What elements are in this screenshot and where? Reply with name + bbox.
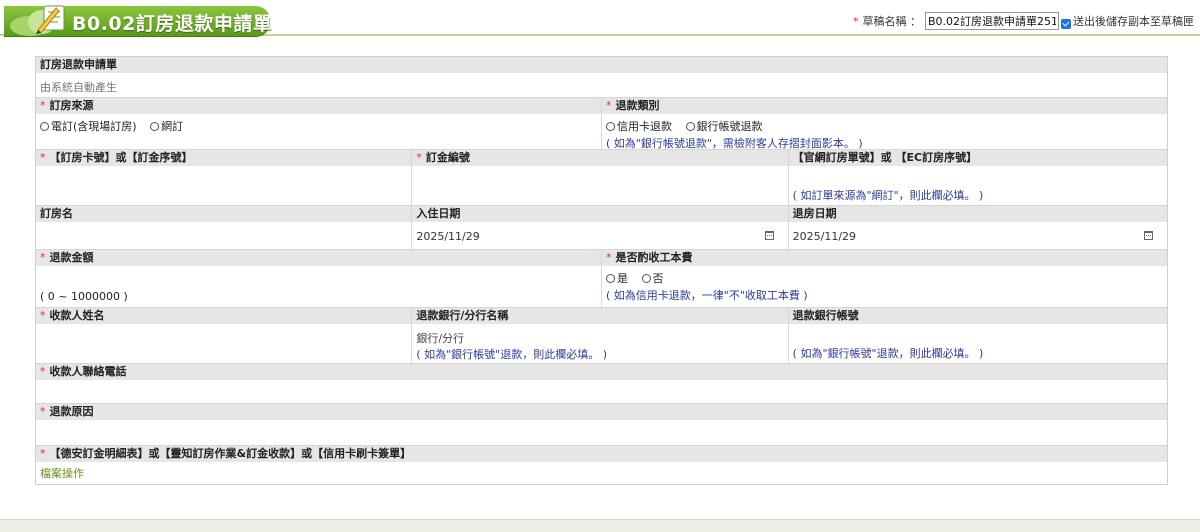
auto-generated-text: 由系統自動產生 (36, 73, 1167, 98)
source-label: 訂房來源 (49, 99, 94, 112)
bank-placeholder: 銀行/分行 (416, 332, 465, 345)
draft-area: * 草稿名稱 ： 送出後儲存副本至草稿匣 (853, 12, 1194, 30)
page-header: B0.02訂房退款申請單 * 草稿名稱 ： 送出後儲存副本至草稿匣 (0, 0, 1200, 40)
reason-label: 退款原因 (49, 405, 94, 418)
account-input[interactable]: ( 如為"銀行帳號"退款，則此欄必填。 ) (788, 324, 1167, 364)
required-marker: * (853, 14, 859, 28)
web-no-label: 【官網訂房單號】或 【EC訂房序號】 (788, 150, 1167, 166)
bank-input[interactable]: 銀行/分行 ( 如為"銀行帳號"退款，則此欄必填。 ) (412, 324, 788, 364)
account-hint: ( 如為"銀行帳號"退款，則此欄必填。 ) (792, 347, 984, 360)
checkin-date-value: 2025/11/29 (416, 230, 480, 243)
calendar-icon[interactable] (764, 231, 774, 240)
required-marker: * (40, 151, 46, 164)
card-no-input[interactable] (36, 166, 412, 206)
draft-name-label: 草稿名稱 ： (862, 15, 922, 28)
save-copy-label: 送出後儲存副本至草稿匣 (1073, 15, 1194, 28)
bank-label: 退款銀行/分行名稱 (412, 308, 788, 324)
amount-label: 退款金額 (49, 251, 94, 264)
web-no-input[interactable]: ( 如訂單來源為"網訂"，則此欄必填。 ) (788, 166, 1167, 206)
calendar-icon[interactable] (1143, 231, 1153, 240)
draft-name-input[interactable] (925, 12, 1059, 30)
deposit-no-input[interactable] (412, 166, 788, 206)
phone-label: 收款人聯絡電話 (49, 365, 127, 378)
refund-type-field: 信用卡退款 銀行帳號退款 ( 如為"銀行帳號退款"，需檢附客人存摺封面影本。 ) (602, 114, 1167, 150)
form-heading: 訂房退款申請單 (36, 57, 1167, 73)
radio-icon (40, 122, 49, 131)
form-logo-icon (10, 5, 65, 36)
attachment-field: 檔案操作 (36, 462, 1167, 484)
phone-input[interactable] (36, 380, 1167, 404)
page-title: B0.02訂房退款申請單 (72, 13, 273, 35)
fee-option-yes[interactable]: 是 (606, 272, 628, 285)
card-no-label: 【訂房卡號】或【訂金序號】 (49, 151, 193, 164)
checkin-label: 入住日期 (412, 206, 788, 222)
radio-icon (641, 274, 651, 283)
source-option-phone[interactable]: 電訂(含現場訂房) (40, 120, 137, 133)
reason-input[interactable] (36, 420, 1167, 446)
payee-input[interactable] (36, 324, 412, 364)
bank-hint: ( 如為"銀行帳號"退款，則此欄必填。 ) (416, 348, 608, 361)
amount-range: ( 0 ~ 1000000 ) (40, 290, 128, 303)
web-no-hint: ( 如訂單來源為"網訂"，則此欄必填。 ) (792, 189, 984, 202)
footer-bar (0, 519, 1200, 532)
refund-form: 訂房退款申請單 由系統自動產生 * 訂房來源 電訂(含現場訂房) 網訂 * 退款類別… (35, 56, 1168, 485)
source-field: 電訂(含現場訂房) 網訂 (36, 114, 601, 150)
refund-type-card[interactable]: 信用卡退款 (606, 120, 672, 133)
required-marker: * (606, 251, 612, 264)
radio-icon (685, 122, 695, 131)
required-marker: * (40, 251, 46, 264)
required-marker: * (40, 447, 46, 460)
save-copy-checkbox[interactable] (1061, 19, 1071, 29)
checkout-date-input[interactable]: 2025/11/29 (788, 222, 1167, 250)
fee-field: 是 否 ( 如為信用卡退款，一律"不"收取工本費 ) (602, 266, 1167, 308)
deposit-no-label: 訂金編號 (425, 151, 470, 164)
checkin-date-input[interactable]: 2025/11/29 (412, 222, 788, 250)
file-operation-link[interactable]: 檔案操作 (40, 467, 84, 480)
account-label: 退款銀行帳號 (788, 308, 1167, 324)
checkout-date-value: 2025/11/29 (792, 230, 857, 243)
guest-name-input[interactable] (36, 222, 412, 250)
checkout-label: 退房日期 (788, 206, 1167, 222)
refund-type-label: 退款類別 (615, 99, 660, 112)
required-marker: * (40, 309, 46, 322)
required-marker: * (40, 365, 46, 378)
amount-input[interactable]: ( 0 ~ 1000000 ) (36, 266, 601, 308)
required-marker: * (416, 151, 422, 164)
source-option-web[interactable]: 網訂 (150, 120, 183, 133)
radio-icon (606, 122, 615, 131)
fee-hint: ( 如為信用卡退款，一律"不"收取工本費 ) (606, 289, 808, 302)
radio-icon (150, 122, 160, 131)
fee-label: 是否酌收工本費 (615, 251, 693, 264)
fee-option-no[interactable]: 否 (641, 272, 664, 285)
payee-label: 收款人姓名 (49, 309, 105, 322)
required-marker: * (40, 99, 46, 112)
guest-name-label: 訂房名 (36, 206, 412, 222)
refund-type-bank[interactable]: 銀行帳號退款 (685, 120, 763, 133)
attachment-label: 【德安訂金明細表】或【靈知訂房作業&訂金收款】或【信用卡刷卡簽單】 (49, 447, 412, 460)
refund-type-hint: ( 如為"銀行帳號退款"，需檢附客人存摺封面影本。 ) (606, 137, 863, 150)
required-marker: * (606, 99, 612, 112)
required-marker: * (40, 405, 46, 418)
radio-icon (606, 274, 615, 283)
